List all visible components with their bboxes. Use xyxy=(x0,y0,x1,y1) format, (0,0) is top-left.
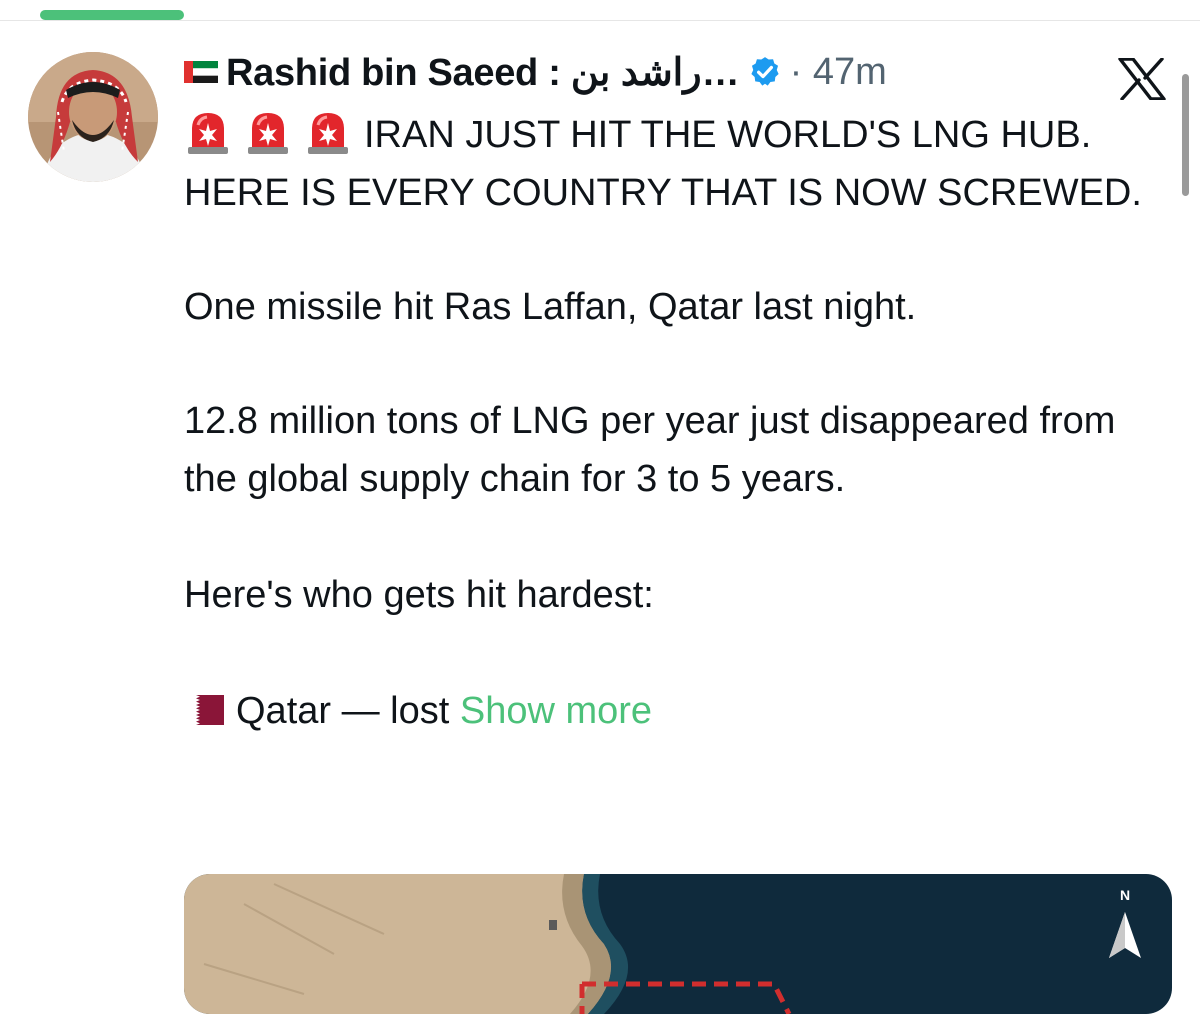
x-logo-icon[interactable] xyxy=(1118,57,1166,101)
scrollbar[interactable] xyxy=(1182,74,1189,196)
tweet-header: Rashid bin Saeed : راشد بن… · 47m xyxy=(184,50,887,95)
uae-flag-icon xyxy=(184,61,218,83)
satellite-map-image: N xyxy=(184,874,1172,1014)
avatar[interactable] xyxy=(28,52,158,182)
north-label: N xyxy=(1120,887,1130,903)
paragraph-qatar: Qatar — lost Show more xyxy=(184,682,1174,740)
siren-emoji xyxy=(184,109,232,155)
qatar-flag-icon xyxy=(184,684,224,725)
siren-emoji xyxy=(304,109,352,155)
top-accent-bar xyxy=(40,10,184,20)
verified-badge-icon xyxy=(748,55,782,89)
paragraph: Here's who gets hit hardest: xyxy=(184,574,654,616)
tweet-body: IRAN JUST HIT THE WORLD'S LNG HUB. HERE … xyxy=(184,106,1174,740)
timestamp-value: 47m xyxy=(812,50,887,93)
show-more-link[interactable]: Show more xyxy=(460,690,652,732)
divider xyxy=(0,20,1200,21)
paragraph: 12.8 million tons of LNG per year just d… xyxy=(184,400,1116,500)
author-name[interactable]: Rashid bin Saeed : راشد بن… xyxy=(226,50,740,95)
paragraph-text: Qatar — lost xyxy=(236,690,450,732)
timestamp[interactable]: · 47m xyxy=(790,51,887,94)
avatar-image xyxy=(28,52,158,182)
headline: IRAN JUST HIT THE WORLD'S LNG HUB. HERE … xyxy=(184,106,1174,222)
siren-emoji xyxy=(244,109,292,155)
paragraph: One missile hit Ras Laffan, Qatar last n… xyxy=(184,286,917,328)
tweet-media-map[interactable]: N xyxy=(184,874,1172,1014)
